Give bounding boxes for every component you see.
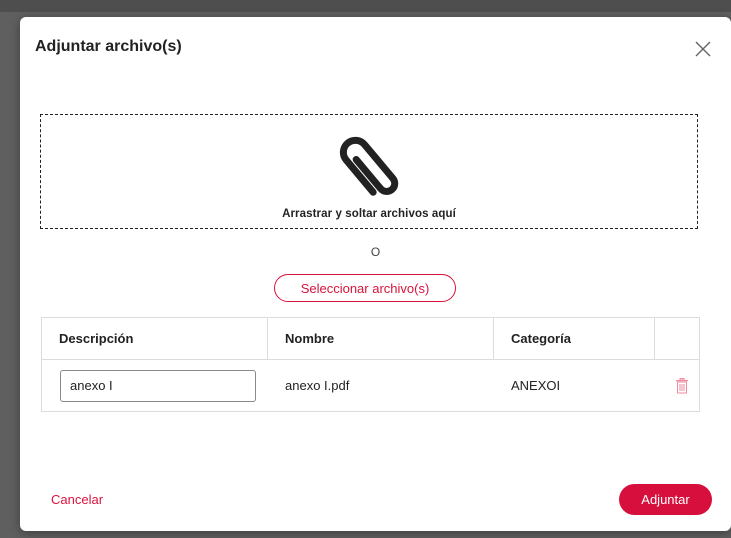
header-description: Descripción — [42, 318, 268, 359]
header-actions — [655, 318, 699, 359]
backdrop — [0, 0, 731, 12]
attachments-table: Descripción Nombre Categoría anexo I.pdf… — [41, 317, 700, 412]
select-files-button[interactable]: Seleccionar archivo(s) — [274, 274, 456, 302]
category-cell: ANEXOI — [511, 378, 561, 393]
table-row: anexo I.pdf ANEXOI — [42, 360, 699, 411]
attach-files-dialog: Adjuntar archivo(s) Arrastrar y soltar a… — [20, 17, 731, 531]
dropzone-label: Arrastrar y soltar archivos aquí — [282, 208, 456, 220]
description-cell — [42, 360, 268, 411]
actions-cell — [655, 360, 699, 411]
or-separator: O — [370, 245, 381, 259]
table-header-row: Descripción Nombre Categoría — [42, 318, 699, 360]
header-name: Nombre — [268, 318, 494, 359]
dialog-title: Adjuntar archivo(s) — [35, 38, 182, 55]
file-dropzone[interactable]: Arrastrar y soltar archivos aquí — [40, 114, 698, 229]
trash-icon[interactable] — [675, 377, 689, 394]
attach-button[interactable]: Adjuntar — [619, 484, 712, 515]
paperclip-icon — [339, 136, 399, 196]
description-input[interactable] — [60, 369, 256, 402]
file-name-cell: anexo I.pdf — [285, 378, 350, 393]
close-icon[interactable] — [693, 39, 713, 59]
cancel-button[interactable]: Cancelar — [51, 492, 103, 507]
header-category: Categoría — [494, 318, 655, 359]
